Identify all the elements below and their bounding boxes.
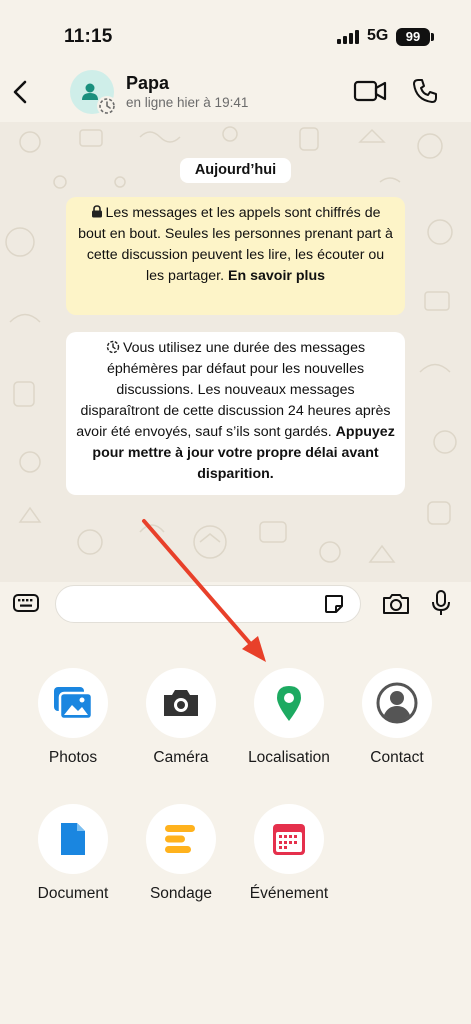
attach-poll-label: Sondage: [149, 885, 213, 902]
attach-contact-label: Contact: [370, 749, 424, 766]
keyboard-icon: [13, 594, 39, 612]
disappearing-timer-icon: [97, 96, 117, 116]
attach-contact[interactable]: Contact: [347, 668, 447, 767]
voice-call-button[interactable]: [410, 76, 440, 106]
status-bar: 11:15 5G 99: [0, 0, 471, 62]
date-label: Aujourd’hui: [180, 158, 291, 183]
battery-tip: [431, 33, 434, 41]
attach-location[interactable]: Localisation: [239, 668, 339, 767]
attach-camera-label: Caméra: [153, 749, 209, 766]
learn-more-link[interactable]: En savoir plus: [228, 268, 325, 284]
photos-icon: [38, 668, 108, 738]
attach-photos[interactable]: Photos: [23, 668, 123, 767]
mic-icon: [432, 590, 450, 615]
location-pin-icon: [254, 668, 324, 738]
camera-button[interactable]: [381, 591, 411, 617]
sticker-button[interactable]: [323, 593, 345, 615]
attach-photos-label: Photos: [48, 749, 98, 766]
contact-name[interactable]: Papa: [126, 73, 169, 94]
phone-icon: [413, 79, 437, 103]
camera-icon: [146, 668, 216, 738]
signal-icon: [337, 30, 359, 44]
back-chevron-icon: [13, 80, 27, 104]
battery-icon: 99: [396, 28, 430, 46]
mic-button[interactable]: [430, 588, 452, 618]
contact-icon: [362, 668, 432, 738]
attach-document[interactable]: Document: [23, 804, 123, 903]
attach-poll[interactable]: Sondage: [131, 804, 231, 903]
message-input[interactable]: [55, 585, 361, 623]
chat-area[interactable]: Aujourd’hui Les messages et les appels s…: [0, 122, 471, 582]
attach-location-label: Localisation: [248, 749, 330, 766]
attach-camera[interactable]: Caméra: [131, 668, 231, 767]
keyboard-toggle-button[interactable]: [12, 592, 42, 614]
lock-icon: [91, 205, 102, 218]
contact-status: en ligne hier à 19:41: [126, 95, 249, 110]
ephemeral-notice[interactable]: Vous utilisez une durée des messages éph…: [66, 332, 405, 495]
chat-header: Papa en ligne hier à 19:41: [0, 62, 471, 122]
encryption-notice[interactable]: Les messages et les appels sont chiffrés…: [66, 197, 405, 315]
avatar[interactable]: [70, 70, 117, 116]
video-icon: [353, 80, 387, 102]
camera-icon: [383, 594, 409, 614]
status-time: 11:15: [64, 26, 113, 47]
document-icon: [38, 804, 108, 874]
attach-event-label: Événement: [249, 885, 329, 902]
network-type: 5G: [367, 27, 389, 44]
video-call-button[interactable]: [352, 76, 388, 106]
calendar-icon: [254, 804, 324, 874]
attach-event[interactable]: Événement: [239, 804, 339, 903]
compose-bar: [0, 582, 471, 626]
back-button[interactable]: [8, 76, 36, 108]
timer-icon: [106, 340, 120, 354]
sticker-icon: [325, 595, 343, 613]
attach-document-label: Document: [37, 885, 109, 902]
poll-icon: [146, 804, 216, 874]
attachment-menu: Photos Caméra Localisation Contact Docum…: [0, 626, 471, 1024]
